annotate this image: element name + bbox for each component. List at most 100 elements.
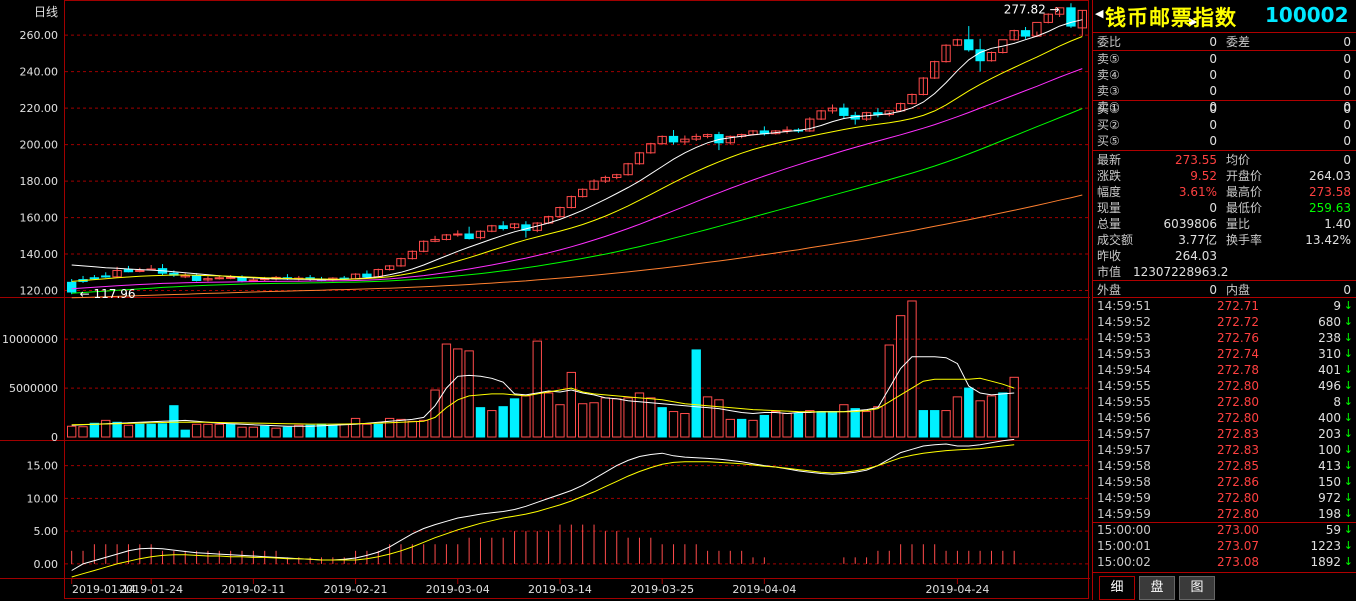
volume-bar	[748, 419, 758, 438]
sell-level-row: 卖③ 0 0	[1097, 84, 1351, 98]
candle-body	[191, 275, 202, 281]
volume-bar	[350, 417, 361, 438]
buy-level-row: 买② 0 0	[1097, 118, 1351, 132]
market-cap-row: 市值 12307228963.2	[1097, 265, 1229, 279]
y-tick-label: 240.00	[20, 66, 59, 79]
indicator-y-tick-label: 5.00	[34, 525, 59, 538]
stat-row: 现量 0 最低价 259.63	[1097, 201, 1351, 215]
volume-bar	[816, 411, 826, 438]
stat-row: 昨收 264.03	[1097, 249, 1217, 263]
volume-bar	[725, 418, 735, 438]
candle-body	[123, 269, 134, 273]
y-tick-label: 160.00	[20, 212, 59, 225]
volume-bar	[986, 395, 997, 438]
volume-bar	[941, 410, 951, 438]
indicator-line	[71, 438, 1015, 571]
volume-bar	[646, 397, 656, 438]
tab-detail[interactable]: 细	[1099, 576, 1135, 600]
volume-bar	[430, 389, 440, 438]
volume-ma-line	[71, 356, 1015, 427]
volume-bar	[487, 410, 497, 438]
min-price-label: ← 117.96	[80, 287, 136, 301]
volume-bar	[305, 424, 315, 438]
buy-level-row: 买① 0 0	[1097, 102, 1351, 116]
candle-body	[464, 233, 474, 240]
x-tick-label: 2019-03-14	[528, 583, 592, 596]
volume-bar	[657, 407, 667, 438]
period-label: 日线	[34, 5, 58, 19]
volume-bar	[964, 387, 974, 438]
indicator-line	[71, 444, 1015, 578]
volume-bar	[180, 429, 190, 438]
volume-bar	[1009, 376, 1019, 438]
tab-chart[interactable]: 图	[1179, 576, 1215, 600]
volume-bar	[850, 408, 860, 438]
volume-bar	[952, 396, 963, 438]
volume-bar	[271, 427, 281, 438]
buy-level-row: 买⑤ 0 0	[1097, 134, 1351, 148]
volume-bar	[248, 426, 259, 438]
tick-row: 14:59:56 272.80 400 ↓	[1097, 411, 1353, 425]
volume-bar	[907, 300, 917, 438]
volume-bar	[89, 422, 100, 438]
volume-bar	[101, 419, 111, 438]
volume-bar	[839, 404, 849, 438]
candle-body	[135, 269, 145, 272]
volume-bar	[203, 423, 213, 438]
candle-body	[1020, 30, 1031, 37]
volume-bar	[453, 348, 463, 438]
stat-row: 成交额 3.77亿 换手率 13.42%	[1097, 233, 1351, 247]
sell-level-row: 卖⑤ 0 0	[1097, 52, 1351, 66]
ma-line	[71, 19, 1083, 281]
volume-y-tick-label: 0	[51, 431, 58, 444]
tick-row: 14:59:59 272.80 198 ↓	[1097, 507, 1353, 521]
volume-bar	[407, 420, 418, 438]
tick-row: 14:59:54 272.78 401 ↓	[1097, 363, 1353, 377]
index-code: 100002	[1265, 3, 1349, 27]
volume-bar	[736, 418, 747, 438]
stat-row: 总量 6039806 量比 1.40	[1097, 217, 1351, 231]
volume-bar	[294, 424, 304, 438]
tick-row: 14:59:57 272.83 100 ↓	[1097, 443, 1353, 457]
x-tick-label: 2019-03-25	[630, 583, 694, 596]
tab-book[interactable]: 盘	[1139, 576, 1175, 600]
tick-row: 14:59:52 272.72 680 ↓	[1097, 315, 1353, 329]
volume-bar	[67, 425, 77, 438]
volume-bar	[475, 407, 486, 438]
quote-panel: ◀ ▶ 钱币邮票指数 100002 委比 0 委差 0 卖⑤ 0 0 卖④ 0 0 卖③ 0 0…	[1092, 0, 1356, 600]
y-tick-label: 220.00	[20, 102, 59, 115]
volume-bar	[861, 411, 872, 438]
y-tick-label: 120.00	[20, 285, 59, 298]
volume-bar	[214, 423, 224, 438]
volume-bar	[702, 396, 713, 438]
stat-row: 幅度 3.61% 最高价 273.58	[1097, 185, 1351, 199]
volume-bar	[191, 423, 202, 438]
title-bar: ◀ ▶ 钱币邮票指数 100002	[1093, 0, 1356, 32]
volume-bar	[498, 406, 508, 438]
volume-bar	[441, 343, 452, 438]
candle-body	[362, 273, 372, 278]
candle-body	[668, 135, 679, 143]
volume-bar	[714, 399, 724, 438]
volume-bar	[578, 403, 588, 438]
volume-bar	[668, 411, 679, 438]
volume-bar	[930, 410, 940, 438]
volume-bar	[782, 413, 792, 438]
tick-row: 14:59:59 272.80 972 ↓	[1097, 491, 1353, 505]
prev-arrow-icon[interactable]: ◀	[1095, 7, 1103, 20]
indicator-y-tick-label: 0.00	[34, 558, 59, 571]
tick-row: 14:59:51 272.71 9 ↓	[1097, 299, 1353, 313]
kline-chart[interactable]: 日线 260.00 240.00 220.00 200.00 180.00 160.00 14…	[0, 0, 1092, 600]
volume-bar	[884, 344, 894, 438]
volume-bar	[566, 371, 577, 438]
ma-line	[71, 108, 1083, 294]
volume-bar	[237, 426, 247, 438]
x-tick-label: 2019-02-21	[324, 583, 388, 596]
x-tick-label: 2019-04-04	[732, 583, 796, 596]
tick-row: 14:59:58 272.85 413 ↓	[1097, 459, 1353, 473]
volume-y-tick-label: 5000000	[9, 382, 58, 395]
candle-body	[214, 277, 224, 280]
tick-row: 14:59:53 272.74 310 ↓	[1097, 347, 1353, 361]
volume-bar	[362, 423, 372, 438]
volume-bar	[78, 426, 88, 438]
